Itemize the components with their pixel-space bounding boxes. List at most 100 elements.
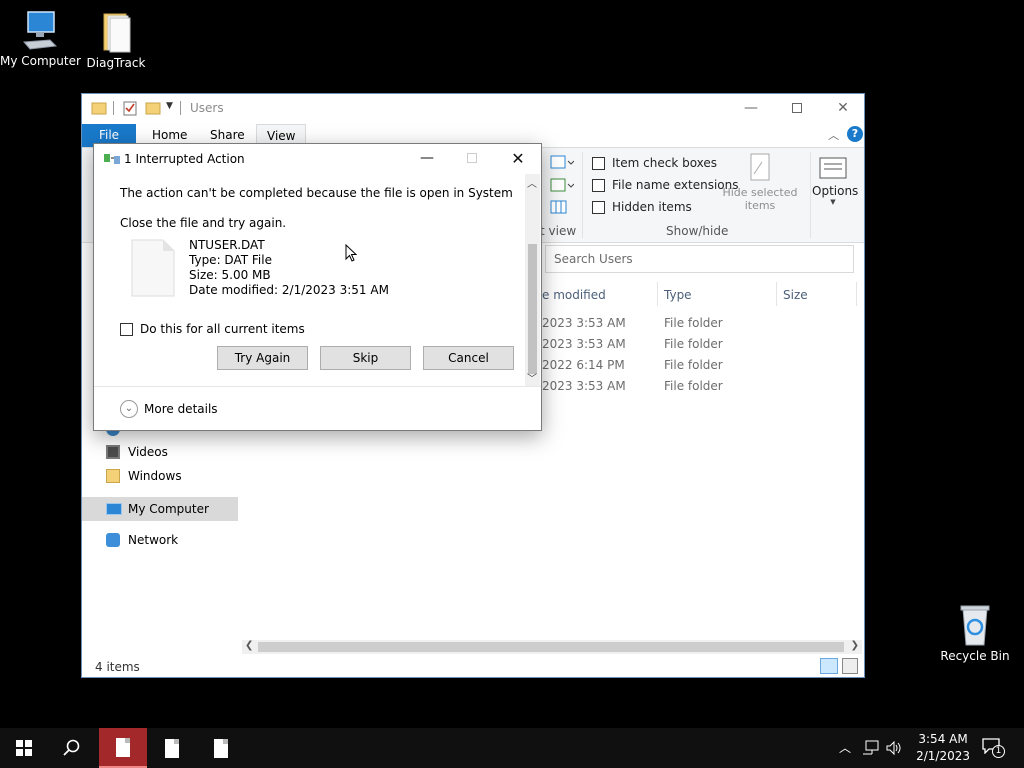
instruction-text: Close the file and try again.	[120, 216, 287, 230]
option-label: File name extensions	[612, 178, 739, 192]
options-label: Options	[812, 184, 859, 198]
scroll-down-icon[interactable]: ﹀	[527, 370, 537, 385]
error-message: The action can't be completed because th…	[120, 186, 513, 200]
close-button[interactable]: ✕	[820, 94, 866, 122]
start-button[interactable]	[0, 728, 48, 768]
options-button[interactable]: Options ▼	[812, 156, 858, 206]
column-separator	[657, 282, 658, 306]
scroll-up-icon[interactable]: ︿	[527, 175, 537, 190]
scroll-right-icon[interactable]: ❯	[851, 640, 859, 651]
show-hide-group-label: Show/hide	[666, 224, 729, 238]
checkbox[interactable]	[592, 179, 605, 192]
type-cell: File folder	[664, 337, 723, 351]
size-columns-icon[interactable]	[550, 199, 568, 215]
help-icon[interactable]: ?	[847, 126, 863, 142]
document-icon	[165, 738, 179, 758]
column-header-date-modified[interactable]: e modified	[542, 288, 606, 302]
search-placeholder: Search Users	[554, 252, 633, 266]
item-check-boxes-option[interactable]: Item check boxes	[592, 156, 717, 170]
network-tray-icon[interactable]	[862, 740, 880, 756]
dialog-close-button[interactable]: ✕	[495, 144, 541, 172]
nav-item-windows[interactable]: Windows	[106, 469, 182, 483]
folder-icon	[103, 13, 131, 53]
option-label: Item check boxes	[612, 156, 718, 170]
taskbar-clock[interactable]: 3:54 AM 2/1/2023	[916, 731, 970, 765]
search-icon	[63, 739, 80, 756]
cancel-button[interactable]: Cancel	[423, 346, 514, 370]
apply-to-all-label: Do this for all current items	[140, 322, 305, 336]
taskbar-app-active[interactable]	[99, 728, 147, 768]
clock-time: 3:54 AM	[918, 732, 968, 746]
large-icons-view-icon[interactable]	[842, 658, 858, 674]
videos-icon	[106, 445, 120, 459]
type-cell: File folder	[664, 358, 723, 372]
folder-icon	[91, 102, 107, 115]
maximize-icon	[792, 103, 802, 113]
separator	[113, 101, 114, 115]
properties-icon[interactable]	[122, 100, 138, 116]
new-folder-icon[interactable]	[145, 100, 161, 116]
apply-to-all-checkbox[interactable]	[120, 322, 133, 336]
minimize-button[interactable]: —	[728, 94, 774, 122]
options-icon	[819, 157, 847, 179]
details-view-icon[interactable]	[820, 658, 838, 674]
window-title: Users	[190, 101, 224, 115]
maximize-icon	[467, 153, 477, 163]
hide-selected-label: Hide selected items	[722, 186, 798, 212]
desktop-icon-label: My Computer	[0, 54, 81, 68]
ribbon-separator	[810, 152, 811, 238]
dialog-minimize-button[interactable]: —	[404, 144, 450, 172]
column-header-size[interactable]: Size	[783, 288, 808, 302]
date-cell: 2023 3:53 AM	[542, 379, 626, 393]
file-type: Type: DAT File	[189, 253, 272, 267]
hidden-items-option[interactable]: Hidden items	[592, 200, 692, 214]
network-icon	[106, 533, 120, 547]
close-icon: ✕	[511, 148, 525, 168]
date-cell: 2023 3:53 AM	[542, 337, 626, 351]
volume-tray-icon[interactable]	[886, 740, 902, 756]
hide-selected-icon	[750, 153, 770, 181]
date-cell: 2023 3:53 AM	[542, 316, 626, 330]
computer-icon	[106, 503, 122, 515]
nav-item-network[interactable]: Network	[106, 533, 178, 547]
details-pane-icon[interactable]	[550, 154, 574, 170]
desktop-icon-diagtrack[interactable]: DiagTrack	[76, 10, 156, 70]
group-by-icon[interactable]	[550, 177, 574, 193]
try-again-button[interactable]: Try Again	[217, 346, 308, 370]
nav-item-my-computer[interactable]: My Computer	[82, 497, 238, 521]
more-details-toggle[interactable]: ⌄ More details	[120, 400, 218, 418]
column-header-type[interactable]: Type	[664, 288, 692, 302]
action-center-button[interactable]: 1	[982, 738, 1005, 758]
folder-icon	[106, 469, 120, 483]
file-icon	[131, 239, 175, 297]
search-button[interactable]	[48, 728, 96, 768]
search-input[interactable]: Search Users	[545, 245, 854, 273]
file-name-extensions-option[interactable]: File name extensions	[592, 178, 739, 192]
document-icon	[214, 738, 228, 758]
apply-to-all-option[interactable]: Do this for all current items	[120, 322, 305, 336]
title-bar: ▼ Users — ✕	[82, 94, 864, 124]
checkbox[interactable]	[592, 157, 605, 170]
skip-button[interactable]: Skip	[320, 346, 411, 370]
horizontal-scrollbar[interactable]: ❮ ❯	[242, 640, 862, 654]
type-cell: File folder	[664, 316, 723, 330]
scrollbar-thumb[interactable]	[258, 642, 844, 652]
desktop-icon-recycle-bin[interactable]: Recycle Bin	[935, 603, 1015, 663]
hide-selected-items-button[interactable]: Hide selected items	[722, 152, 798, 212]
dialog-vertical-scrollbar[interactable]: ︿ ﹀	[525, 174, 540, 386]
nav-item-videos[interactable]: Videos	[106, 445, 168, 459]
checkbox[interactable]	[592, 201, 605, 214]
quick-access-dropdown-icon[interactable]: ▼	[166, 101, 173, 111]
desktop-icon-my-computer[interactable]: My Computer	[0, 10, 81, 68]
maximize-button[interactable]	[774, 94, 820, 122]
tray-overflow-chevron-icon[interactable]: ︿	[839, 739, 851, 756]
taskbar-app[interactable]	[148, 728, 196, 768]
taskbar-app[interactable]	[197, 728, 245, 768]
nav-label: Windows	[128, 469, 182, 483]
column-separator	[856, 282, 857, 306]
collapse-ribbon-icon[interactable]: ︿	[828, 127, 839, 143]
scroll-left-icon[interactable]: ❮	[245, 640, 253, 651]
minimize-icon: —	[420, 150, 434, 166]
scrollbar-thumb[interactable]	[528, 244, 537, 374]
dialog-maximize-button	[449, 144, 495, 172]
